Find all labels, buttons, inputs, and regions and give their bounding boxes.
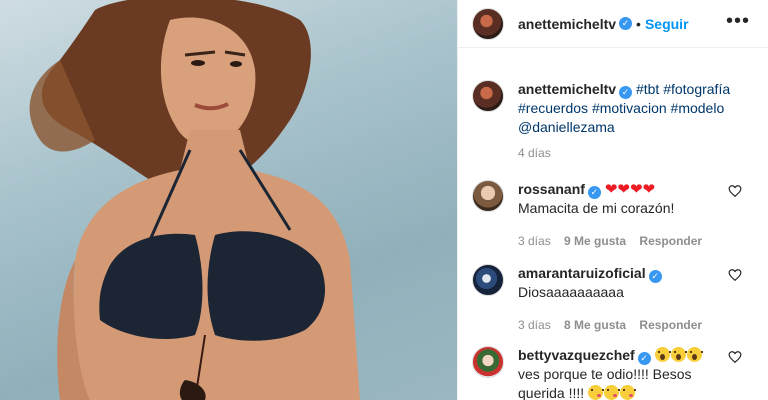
comment-timestamp[interactable]: 3 días bbox=[518, 234, 551, 248]
post-caption: anettemicheltv ✓ #tbt #fotografía #recuer… bbox=[472, 80, 762, 137]
comment-item: rossananf ✓ ❤❤❤❤ Mamacita de mi corazón! … bbox=[472, 180, 762, 251]
heart-outline-icon[interactable] bbox=[728, 268, 742, 282]
author-avatar[interactable] bbox=[472, 7, 504, 40]
instagram-post: anettemicheltv ✓ • Seguir ••• anettemich… bbox=[0, 0, 768, 400]
comment-item: amarantaruizoficial ✓ Diosaaaaaaaaaa 3 dí… bbox=[472, 264, 762, 335]
reply-button[interactable]: Responder bbox=[639, 234, 702, 248]
caption-timestamp[interactable]: 4 días bbox=[518, 146, 551, 160]
hashtag-link[interactable]: #motivacion bbox=[592, 100, 667, 116]
caption-author-avatar[interactable] bbox=[472, 80, 504, 112]
reply-button[interactable]: Responder bbox=[639, 318, 702, 332]
comment-text-cont: querida !!!! bbox=[518, 385, 585, 400]
kiss-face-emoji-icon bbox=[620, 385, 637, 400]
kiss-face-emoji-icon bbox=[588, 385, 605, 400]
comment-text: Diosaaaaaaaaaa bbox=[518, 284, 624, 300]
follow-button[interactable]: Seguir bbox=[645, 16, 689, 32]
heart-outline-icon[interactable] bbox=[728, 184, 742, 198]
comment-likes[interactable]: 8 Me gusta bbox=[564, 318, 626, 332]
author-username[interactable]: anettemicheltv bbox=[518, 16, 616, 32]
heart-outline-icon[interactable] bbox=[728, 350, 742, 364]
comment-meta: 3 días 8 Me gusta Responder bbox=[518, 316, 728, 335]
post-photo-illustration bbox=[29, 0, 360, 400]
verified-badge-icon: ✓ bbox=[619, 17, 633, 30]
heart-emoji-icon: ❤❤❤❤ bbox=[604, 181, 656, 198]
caption-text: anettemicheltv ✓ #tbt #fotografía #recuer… bbox=[518, 80, 730, 137]
hashtag-link[interactable]: #modelo bbox=[671, 100, 725, 116]
comment-timestamp[interactable]: 3 días bbox=[518, 318, 551, 332]
verified-badge-icon: ✓ bbox=[648, 270, 662, 283]
verified-badge-icon: ✓ bbox=[637, 352, 651, 365]
commenter-avatar[interactable] bbox=[472, 180, 504, 212]
post-image[interactable] bbox=[0, 0, 457, 400]
mention-link[interactable]: @daniellezama bbox=[518, 119, 615, 135]
hashtag-link[interactable]: #fotografía bbox=[663, 81, 730, 97]
commenter-avatar[interactable] bbox=[472, 264, 504, 296]
commenter-avatar[interactable] bbox=[472, 346, 504, 378]
comment-body: bettyvazquezchef ✓ ves porque te odio!!!!… bbox=[518, 346, 728, 400]
comment-body: rossananf ✓ ❤❤❤❤ Mamacita de mi corazón! … bbox=[518, 180, 728, 251]
commenter-username[interactable]: amarantaruizoficial bbox=[518, 265, 646, 281]
caption-author-username[interactable]: anettemicheltv bbox=[518, 81, 616, 97]
commenter-username[interactable]: bettyvazquezchef bbox=[518, 347, 635, 363]
comment-text: Mamacita de mi corazón! bbox=[518, 200, 675, 216]
shocked-face-emoji-icon bbox=[686, 347, 703, 362]
verified-badge-icon: ✓ bbox=[587, 186, 601, 199]
comment-body: amarantaruizoficial ✓ Diosaaaaaaaaaa 3 dí… bbox=[518, 264, 728, 335]
verified-badge-icon: ✓ bbox=[619, 86, 633, 99]
hashtag-link[interactable]: #recuerdos bbox=[518, 100, 588, 116]
comment-item: bettyvazquezchef ✓ ves porque te odio!!!!… bbox=[472, 346, 762, 400]
post-sidebar: anettemicheltv ✓ • Seguir ••• anettemich… bbox=[457, 0, 768, 400]
commenter-username[interactable]: rossananf bbox=[518, 181, 585, 197]
kiss-face-emoji-icon bbox=[604, 385, 621, 400]
separator-dot: • bbox=[636, 15, 641, 32]
shocked-face-emoji-icon bbox=[670, 347, 687, 362]
post-header: anettemicheltv ✓ • Seguir ••• bbox=[458, 0, 768, 48]
comment-meta: 3 días 9 Me gusta Responder bbox=[518, 232, 728, 251]
author-info: anettemicheltv ✓ • Seguir bbox=[518, 16, 689, 32]
hashtag-link[interactable]: #tbt bbox=[636, 81, 659, 97]
comment-text: ves porque te odio!!!! Besos bbox=[518, 366, 692, 382]
more-horizontal-icon[interactable]: ••• bbox=[726, 10, 750, 33]
comment-likes[interactable]: 9 Me gusta bbox=[564, 234, 626, 248]
shocked-face-emoji-icon bbox=[654, 347, 671, 362]
